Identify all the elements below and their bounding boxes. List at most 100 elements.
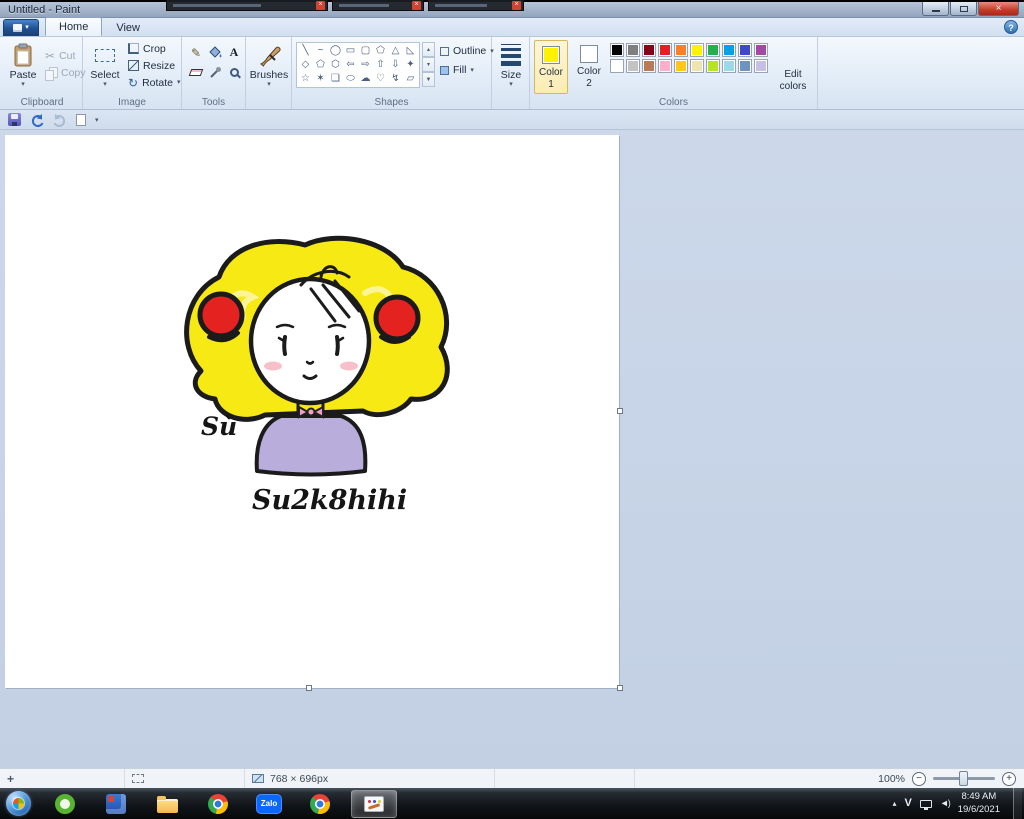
taskbar-button-chrome-2[interactable] bbox=[300, 790, 340, 818]
display-tray-icon[interactable] bbox=[919, 799, 932, 810]
taskbar-button-zalo[interactable]: Zalo bbox=[249, 790, 289, 818]
taskbar-button-coc-coc[interactable] bbox=[45, 790, 85, 818]
help-button[interactable]: ? bbox=[1004, 20, 1018, 34]
paste-button[interactable]: Paste ▾ bbox=[5, 40, 41, 94]
shape-item[interactable]: ✦ bbox=[403, 58, 418, 72]
palette-swatch[interactable] bbox=[738, 43, 752, 57]
palette-swatch[interactable] bbox=[610, 43, 624, 57]
shape-item[interactable]: ☁ bbox=[358, 72, 373, 86]
qat-dropdown-button[interactable]: ▾ bbox=[95, 116, 99, 124]
redo-button[interactable] bbox=[53, 113, 67, 127]
zoom-slider[interactable] bbox=[933, 771, 995, 786]
palette-swatch[interactable] bbox=[690, 59, 704, 73]
rotate-button[interactable]: ↻ Rotate ▾ bbox=[126, 74, 181, 91]
pencil-tool[interactable]: ✎ bbox=[187, 43, 205, 62]
palette-swatch[interactable] bbox=[674, 43, 688, 57]
shape-item[interactable]: ⇧ bbox=[373, 58, 388, 72]
zoom-slider-thumb[interactable] bbox=[959, 771, 968, 786]
text-tool[interactable]: A bbox=[225, 43, 243, 62]
taskbar-clock[interactable]: 8:49 AM 19/6/2021 bbox=[958, 791, 1000, 817]
shape-item[interactable]: ⬭ bbox=[343, 72, 358, 86]
palette-swatch[interactable] bbox=[754, 43, 768, 57]
shape-item[interactable]: ◇ bbox=[298, 58, 313, 72]
brushes-button[interactable]: Brushes ▾ bbox=[250, 40, 288, 94]
tab-view[interactable]: View bbox=[103, 19, 153, 36]
shape-item[interactable]: ♡ bbox=[373, 72, 388, 86]
palette-swatch[interactable] bbox=[706, 59, 720, 73]
shapes-scroll-down-button[interactable]: ▾ bbox=[422, 57, 435, 72]
shape-item[interactable]: ⬡ bbox=[328, 58, 343, 72]
show-hidden-icons-button[interactable]: ▴ bbox=[892, 799, 896, 808]
save-button[interactable] bbox=[8, 113, 21, 126]
fill-dropdown[interactable]: Fill ▾ bbox=[440, 64, 474, 76]
unikey-tray-icon[interactable]: V bbox=[904, 798, 911, 809]
canvas-resize-handle-corner[interactable] bbox=[617, 685, 623, 691]
color2-button[interactable]: Color 2 bbox=[572, 40, 606, 94]
shape-item[interactable]: ↯ bbox=[388, 72, 403, 86]
palette-swatch[interactable] bbox=[658, 59, 672, 73]
shape-item[interactable]: ~ bbox=[313, 44, 328, 58]
palette-swatch[interactable] bbox=[674, 59, 688, 73]
palette-swatch[interactable] bbox=[626, 59, 640, 73]
canvas-resize-handle-right[interactable] bbox=[617, 408, 623, 414]
volume-tray-icon[interactable]: ◄) bbox=[940, 799, 951, 808]
color1-button[interactable]: Color 1 bbox=[534, 40, 568, 94]
paint-menu-button[interactable]: ▾ bbox=[3, 19, 39, 36]
palette-swatch[interactable] bbox=[658, 43, 672, 57]
size-button[interactable]: Size ▾ bbox=[493, 40, 529, 94]
undo-button[interactable] bbox=[30, 113, 44, 127]
palette-swatch[interactable] bbox=[722, 59, 736, 73]
customize-toolbar-icon[interactable] bbox=[76, 113, 86, 126]
shape-item[interactable]: ▱ bbox=[403, 72, 418, 86]
cut-button[interactable]: ✂ Cut bbox=[43, 47, 86, 64]
palette-swatch[interactable] bbox=[642, 59, 656, 73]
copy-button[interactable]: Copy bbox=[43, 64, 86, 81]
show-desktop-button[interactable] bbox=[1013, 788, 1022, 819]
shape-item[interactable]: ▢ bbox=[358, 44, 373, 58]
palette-swatch[interactable] bbox=[722, 43, 736, 57]
taskbar-button-explorer[interactable] bbox=[147, 790, 187, 818]
palette-swatch[interactable] bbox=[642, 43, 656, 57]
palette-swatch[interactable] bbox=[626, 43, 640, 57]
zoom-in-button[interactable]: + bbox=[1002, 771, 1016, 786]
minimize-button[interactable] bbox=[922, 2, 949, 16]
palette-swatch[interactable] bbox=[738, 59, 752, 73]
shape-item[interactable]: ⇦ bbox=[343, 58, 358, 72]
shape-item[interactable]: ◯ bbox=[328, 44, 343, 58]
shape-item[interactable]: ❏ bbox=[328, 72, 343, 86]
shape-item[interactable]: ☆ bbox=[298, 72, 313, 86]
drawing-canvas[interactable]: Sù Su2k8hihi bbox=[5, 135, 619, 688]
shapes-more-button[interactable]: ▼ bbox=[422, 72, 435, 87]
maximize-button[interactable] bbox=[950, 2, 977, 16]
palette-swatch[interactable] bbox=[754, 59, 768, 73]
shape-item[interactable]: ⬠ bbox=[313, 58, 328, 72]
zoom-out-button[interactable]: − bbox=[912, 771, 926, 786]
resize-button[interactable]: Resize bbox=[126, 57, 181, 74]
canvas-resize-handle-bottom[interactable] bbox=[306, 685, 312, 691]
palette-swatch[interactable] bbox=[610, 59, 624, 73]
shape-item[interactable]: ✶ bbox=[313, 72, 328, 86]
palette-swatch[interactable] bbox=[690, 43, 704, 57]
fill-tool[interactable] bbox=[206, 43, 224, 62]
shape-item[interactable]: ⬠ bbox=[373, 44, 388, 58]
select-button[interactable]: Select ▾ bbox=[87, 40, 123, 94]
shape-item[interactable]: ⇨ bbox=[358, 58, 373, 72]
shape-item[interactable]: ⇩ bbox=[388, 58, 403, 72]
color-picker-tool[interactable] bbox=[206, 63, 224, 82]
taskbar-button-chrome[interactable] bbox=[198, 790, 238, 818]
tab-home[interactable]: Home bbox=[45, 17, 103, 36]
outline-dropdown[interactable]: Outline ▾ bbox=[440, 45, 494, 57]
crop-button[interactable]: Crop bbox=[126, 40, 181, 57]
shape-item[interactable]: ◺ bbox=[403, 44, 418, 58]
close-button[interactable]: × bbox=[978, 2, 1019, 16]
shape-item[interactable]: ╲ bbox=[298, 44, 313, 58]
palette-swatch[interactable] bbox=[706, 43, 720, 57]
start-button[interactable] bbox=[6, 791, 31, 816]
taskbar-button-paint[interactable] bbox=[351, 789, 397, 818]
magnifier-tool[interactable] bbox=[225, 63, 243, 82]
shape-item[interactable]: ▭ bbox=[343, 44, 358, 58]
edit-colors-button[interactable]: Edit colors bbox=[776, 40, 810, 94]
shape-item[interactable]: △ bbox=[388, 44, 403, 58]
eraser-tool[interactable] bbox=[187, 63, 205, 82]
taskbar-button-app-blue[interactable] bbox=[96, 790, 136, 818]
